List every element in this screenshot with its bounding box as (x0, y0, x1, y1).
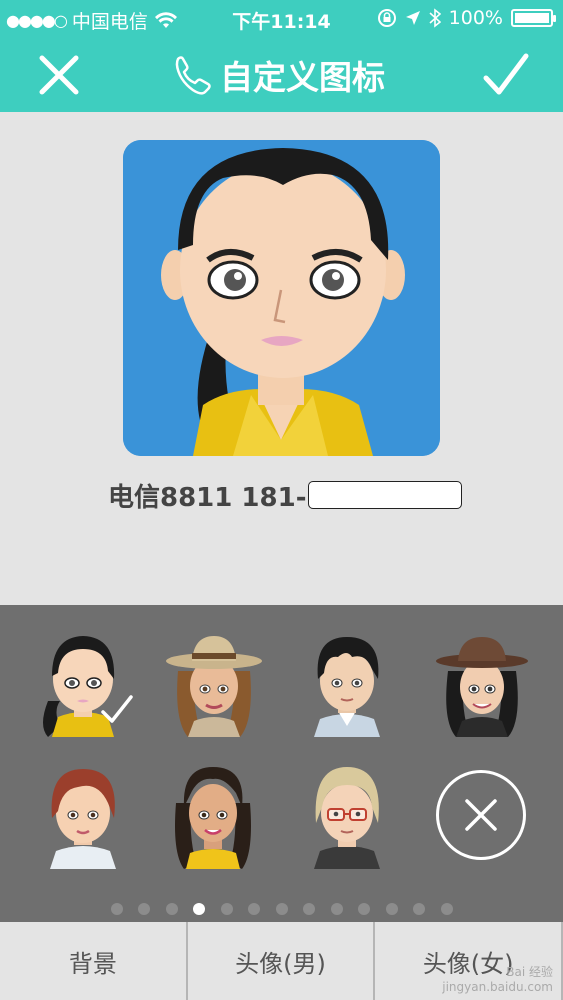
avatar-woman-straw-hat-image (166, 636, 262, 737)
avatar-woman-long-hair-image (175, 767, 251, 869)
tab-avatar-male-label: 头像(男) (235, 949, 326, 978)
page-dot-active[interactable] (193, 903, 205, 915)
avatar-option-2[interactable] (164, 631, 262, 737)
battery-percent: 100% (448, 7, 503, 29)
page-title-text: 自定义图标 (220, 58, 385, 97)
page-dot[interactable] (385, 903, 398, 915)
page-dot[interactable] (165, 903, 178, 915)
category-tabs: 背景 头像(男) 头像(女) Bai 经验 jingyan.baidu.com (0, 922, 563, 1000)
page-dot[interactable] (275, 903, 288, 915)
battery-icon (511, 9, 556, 27)
page-indicator (0, 903, 563, 915)
confirm-button[interactable] (481, 50, 531, 100)
avatar-option-7[interactable] (302, 763, 392, 869)
page-title: 自定义图标 (168, 50, 385, 100)
status-bar: ●●●●○ 中国电信 下午11:14 100% (0, 0, 563, 36)
header-bar: ●●●●○ 中国电信 下午11:14 100% 自定义图标 (0, 0, 563, 112)
page-dot[interactable] (440, 903, 453, 915)
avatar-option-3[interactable] (302, 631, 392, 737)
redacted-number-box (308, 481, 463, 509)
checkmark-icon (483, 53, 529, 95)
avatar-picker (0, 605, 563, 922)
page-dot[interactable] (358, 903, 370, 915)
icon-preview (123, 140, 440, 456)
rotation-lock-icon (377, 9, 396, 27)
close-icon (39, 55, 79, 95)
avatar-woman-blonde-glasses-image (314, 767, 380, 869)
location-arrow-icon (405, 11, 420, 25)
avatar-woman-brown-hat-image (436, 637, 528, 737)
tab-avatar-male[interactable]: 头像(男) (188, 922, 376, 1000)
close-button[interactable] (36, 52, 82, 98)
page-dot[interactable] (303, 903, 315, 915)
page-dot[interactable] (248, 903, 260, 915)
watermark: Bai 经验 jingyan.baidu.com (442, 965, 553, 994)
avatar-man-black-hair-image (314, 637, 380, 737)
phone-icon (175, 56, 211, 95)
page-dot[interactable] (220, 903, 233, 915)
tab-background[interactable]: 背景 (0, 922, 188, 1000)
avatar-preview-image (123, 140, 440, 456)
status-right: 100% (377, 7, 556, 29)
selected-checkmark-icon (101, 695, 133, 723)
watermark-line-2: jingyan.baidu.com (442, 979, 553, 994)
avatar-option-5[interactable] (38, 763, 128, 869)
contact-number-text: 电信8811 181- (108, 482, 307, 513)
avatar-option-4[interactable] (432, 631, 528, 737)
page-dot[interactable] (138, 903, 150, 915)
watermark-line-1: Bai 经验 (506, 965, 553, 980)
remove-avatar-button[interactable] (436, 770, 526, 860)
contact-number: 电信8811 181- (108, 478, 463, 513)
tab-background-label: 背景 (68, 949, 117, 978)
avatar-option-1[interactable] (38, 631, 133, 737)
avatar-woman-short-red-hair-image (50, 769, 116, 869)
page-dot[interactable] (413, 903, 425, 915)
page-dot[interactable] (330, 903, 343, 915)
page-dot[interactable] (110, 903, 123, 915)
avatar-option-6[interactable] (168, 763, 258, 869)
close-circle-icon (465, 799, 497, 831)
bluetooth-icon (429, 8, 441, 28)
